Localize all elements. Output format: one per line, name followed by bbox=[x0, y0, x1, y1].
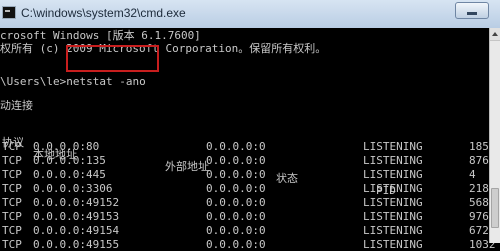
table-header: 协议 本地地址 外部地址 状态 PID bbox=[0, 125, 489, 197]
table-row: TCP 0.0.0.0:49154 0.0.0.0:0 LISTENING 672 bbox=[0, 225, 489, 237]
cell-proto: TCP bbox=[2, 210, 22, 223]
command-text: netstat -ano bbox=[66, 75, 146, 88]
window-title: C:\windows\system32\cmd.exe bbox=[21, 6, 186, 20]
cell-pid: 4 bbox=[469, 168, 476, 181]
table-row: TCP 0.0.0.0:445 0.0.0.0:0 LISTENING 4 bbox=[0, 169, 489, 181]
scroll-up-icon[interactable] bbox=[490, 28, 500, 41]
cell-foreign: 0.0.0.0:0 bbox=[206, 210, 266, 223]
cmd-icon bbox=[2, 6, 16, 19]
minimize-button[interactable] bbox=[455, 2, 489, 19]
cell-foreign: 0.0.0.0:0 bbox=[206, 182, 266, 195]
cell-foreign: 0.0.0.0:0 bbox=[206, 224, 266, 237]
cell-local: 0.0.0.0:49155 bbox=[33, 238, 120, 251]
cell-pid: 876 bbox=[469, 154, 489, 167]
cell-state: LISTENING bbox=[363, 238, 423, 251]
cell-proto: TCP bbox=[2, 238, 22, 251]
cell-pid: 976 bbox=[469, 210, 489, 223]
cell-state: LISTENING bbox=[363, 182, 423, 195]
section-title: 动连接 bbox=[0, 99, 33, 112]
cell-local: 0.0.0.0:49153 bbox=[33, 210, 120, 223]
cell-proto: TCP bbox=[2, 140, 22, 153]
vertical-scrollbar[interactable] bbox=[489, 28, 500, 243]
table-row: TCP 0.0.0.0:135 0.0.0.0:0 LISTENING 876 bbox=[0, 155, 489, 167]
cell-proto: TCP bbox=[2, 224, 22, 237]
cell-proto: TCP bbox=[2, 196, 22, 209]
version-line: crosoft Windows [版本 6.1.7600] bbox=[0, 29, 201, 42]
cell-pid: 568 bbox=[469, 196, 489, 209]
cell-local: 0.0.0.0:80 bbox=[33, 140, 100, 153]
cell-state: LISTENING bbox=[363, 154, 423, 167]
cell-proto: TCP bbox=[2, 168, 22, 181]
cell-local: 0.0.0.0:3306 bbox=[33, 182, 113, 195]
command-highlight-box bbox=[66, 45, 159, 72]
cell-local: 0.0.0.0:445 bbox=[33, 168, 106, 181]
cell-state: LISTENING bbox=[363, 224, 423, 237]
cell-state: LISTENING bbox=[363, 210, 423, 223]
cell-local: 0.0.0.0:135 bbox=[33, 154, 106, 167]
table-row: TCP 0.0.0.0:49155 0.0.0.0:0 LISTENING 1032 bbox=[0, 238, 496, 251]
table-row: TCP 0.0.0.0:49153 0.0.0.0:0 LISTENING 976 bbox=[0, 211, 489, 223]
cell-pid: 672 bbox=[469, 224, 489, 237]
scroll-thumb[interactable] bbox=[491, 188, 499, 228]
command-line: \Users\le>netstat -ano bbox=[0, 76, 146, 88]
cell-foreign: 0.0.0.0:0 bbox=[206, 154, 266, 167]
cell-foreign: 0.0.0.0:0 bbox=[206, 238, 266, 251]
prompt: \Users\le> bbox=[0, 75, 67, 88]
cell-local: 0.0.0.0:49152 bbox=[33, 196, 120, 209]
cell-foreign: 0.0.0.0:0 bbox=[206, 168, 266, 181]
cell-foreign: 0.0.0.0:0 bbox=[206, 196, 266, 209]
table-row: TCP 0.0.0.0:49152 0.0.0.0:0 LISTENING 568 bbox=[0, 197, 489, 209]
window-titlebar[interactable]: C:\windows\system32\cmd.exe bbox=[0, 0, 500, 29]
table-row: TCP 0.0.0.0:3306 0.0.0.0:0 LISTENING 2180 bbox=[0, 182, 496, 195]
cell-local: 0.0.0.0:49154 bbox=[33, 224, 120, 237]
cell-state: LISTENING bbox=[363, 168, 423, 181]
cell-state: LISTENING bbox=[363, 196, 423, 209]
cell-proto: TCP bbox=[2, 154, 22, 167]
copyright-line: 权所有 (c) 2009 Microsoft Corporation。保留所有权… bbox=[0, 42, 327, 55]
table-row: TCP 0.0.0.0:80 0.0.0.0:0 LISTENING 1856 bbox=[0, 140, 496, 153]
cell-state: LISTENING bbox=[363, 140, 423, 153]
cell-foreign: 0.0.0.0:0 bbox=[206, 140, 266, 153]
cell-proto: TCP bbox=[2, 182, 22, 195]
